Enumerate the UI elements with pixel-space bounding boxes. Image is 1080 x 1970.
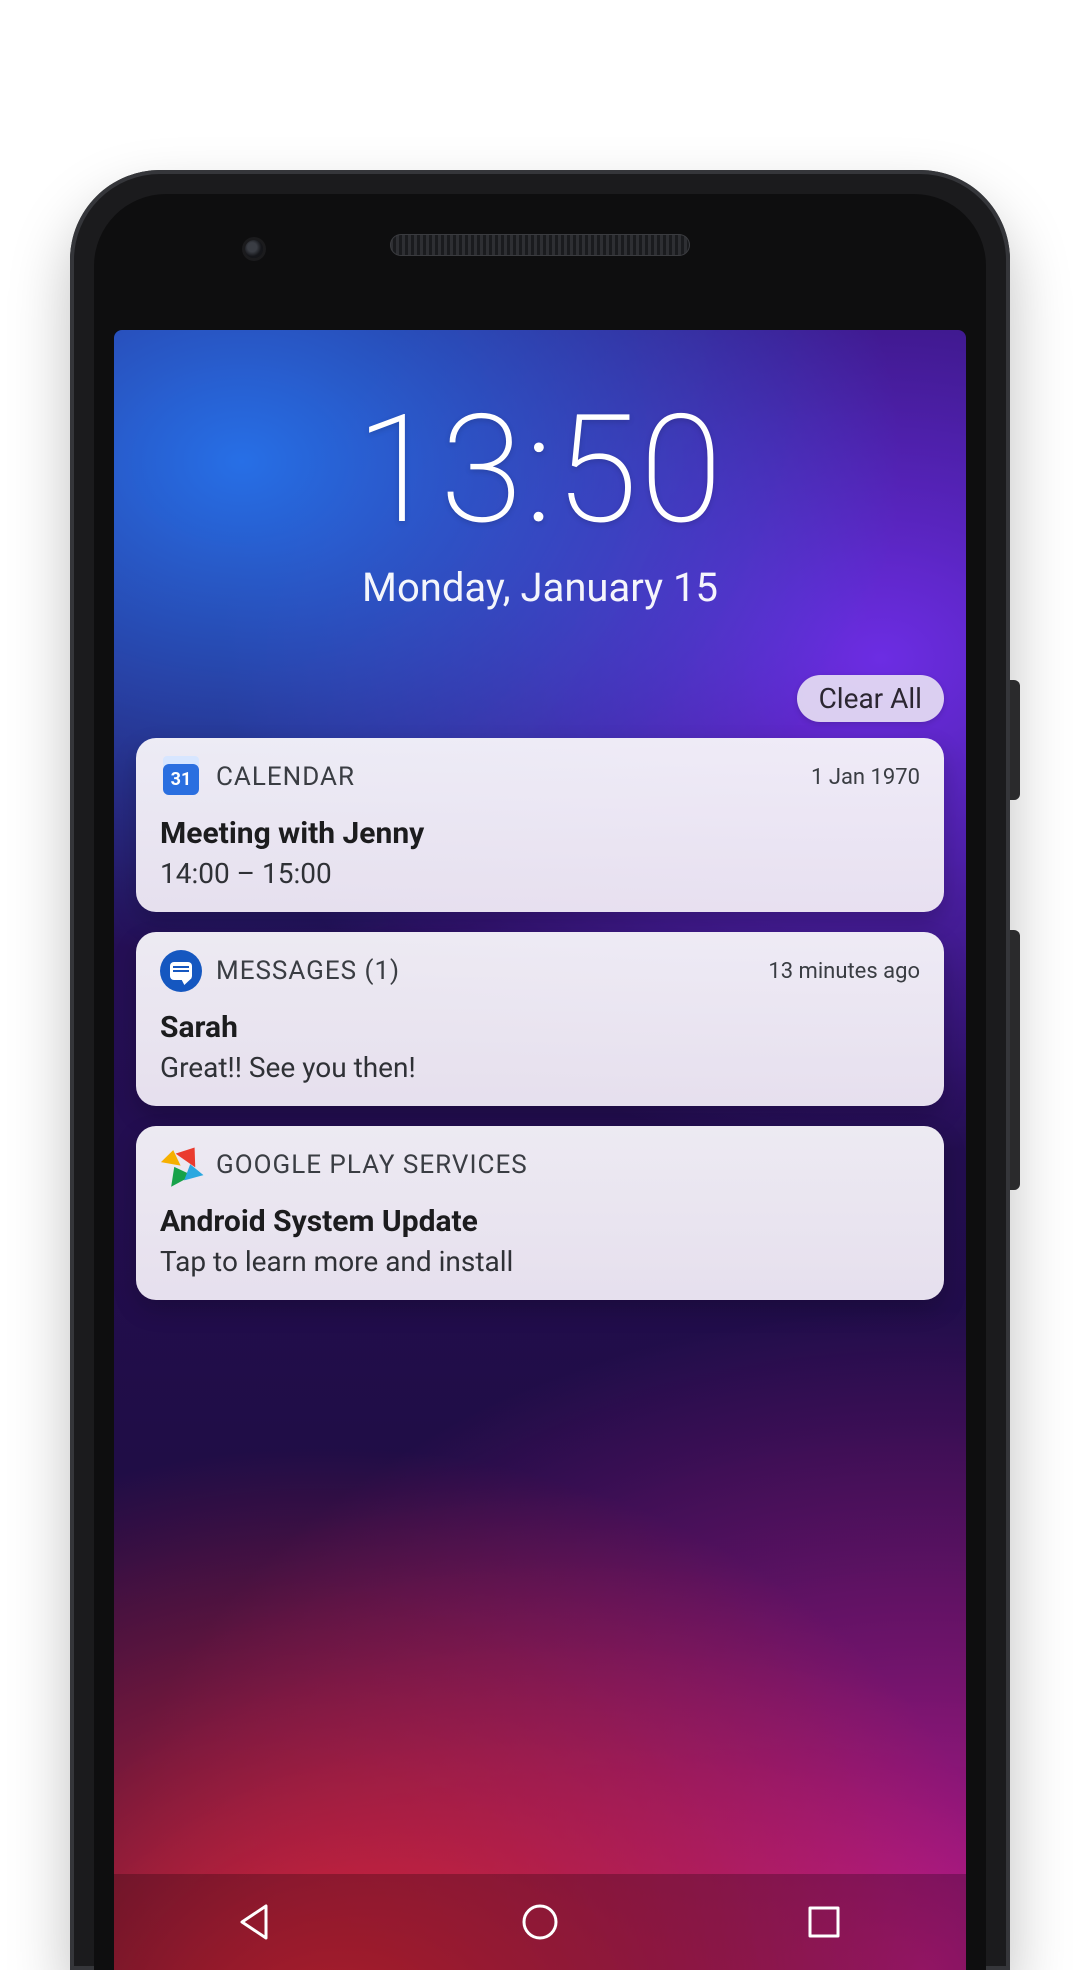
volume-button[interactable]	[1010, 930, 1020, 1190]
notification-list: 31 CALENDAR 1 Jan 1970 Meeting with Jenn…	[136, 738, 944, 1300]
notification-title: Android System Update	[160, 1204, 920, 1239]
app-name: CALENDAR	[216, 762, 355, 792]
notification-title: Sarah	[160, 1010, 920, 1045]
lock-time: 13:50	[114, 392, 966, 550]
app-name: MESSAGES (1)	[216, 956, 400, 986]
clear-all-button[interactable]: Clear All	[797, 675, 944, 722]
app-name: GOOGLE PLAY SERVICES	[216, 1150, 528, 1180]
notification-subtitle: Great!! See you then!	[160, 1051, 920, 1084]
notification-title: Meeting with Jenny	[160, 816, 920, 851]
nav-back-button[interactable]	[234, 1900, 278, 1944]
back-icon	[234, 1900, 278, 1944]
play-services-icon	[160, 1144, 202, 1186]
notification-time: 1 Jan 1970	[811, 765, 920, 790]
power-button[interactable]	[1010, 680, 1020, 800]
notification-calendar[interactable]: 31 CALENDAR 1 Jan 1970 Meeting with Jenn…	[136, 738, 944, 912]
notification-play-services[interactable]: GOOGLE PLAY SERVICES Android System Upda…	[136, 1126, 944, 1300]
front-camera	[245, 240, 263, 258]
lock-date: Monday, January 15	[114, 564, 966, 611]
phone-screen: 13:50 Monday, January 15 Clear All 31 CA…	[114, 330, 966, 1970]
home-icon	[518, 1900, 562, 1944]
notification-time: 13 minutes ago	[768, 959, 920, 984]
phone-speaker	[390, 234, 690, 256]
notification-messages[interactable]: MESSAGES (1) 13 minutes ago Sarah Great!…	[136, 932, 944, 1106]
messages-icon	[160, 950, 202, 992]
nav-home-button[interactable]	[518, 1900, 562, 1944]
notification-subtitle: Tap to learn more and install	[160, 1245, 920, 1278]
recent-icon	[802, 1900, 846, 1944]
phone-frame: 13:50 Monday, January 15 Clear All 31 CA…	[70, 170, 1010, 1970]
notification-subtitle: 14:00 – 15:00	[160, 857, 920, 890]
calendar-icon: 31	[160, 756, 202, 798]
android-navbar	[114, 1874, 966, 1970]
nav-recent-button[interactable]	[802, 1900, 846, 1944]
lock-header: 13:50 Monday, January 15	[114, 392, 966, 611]
